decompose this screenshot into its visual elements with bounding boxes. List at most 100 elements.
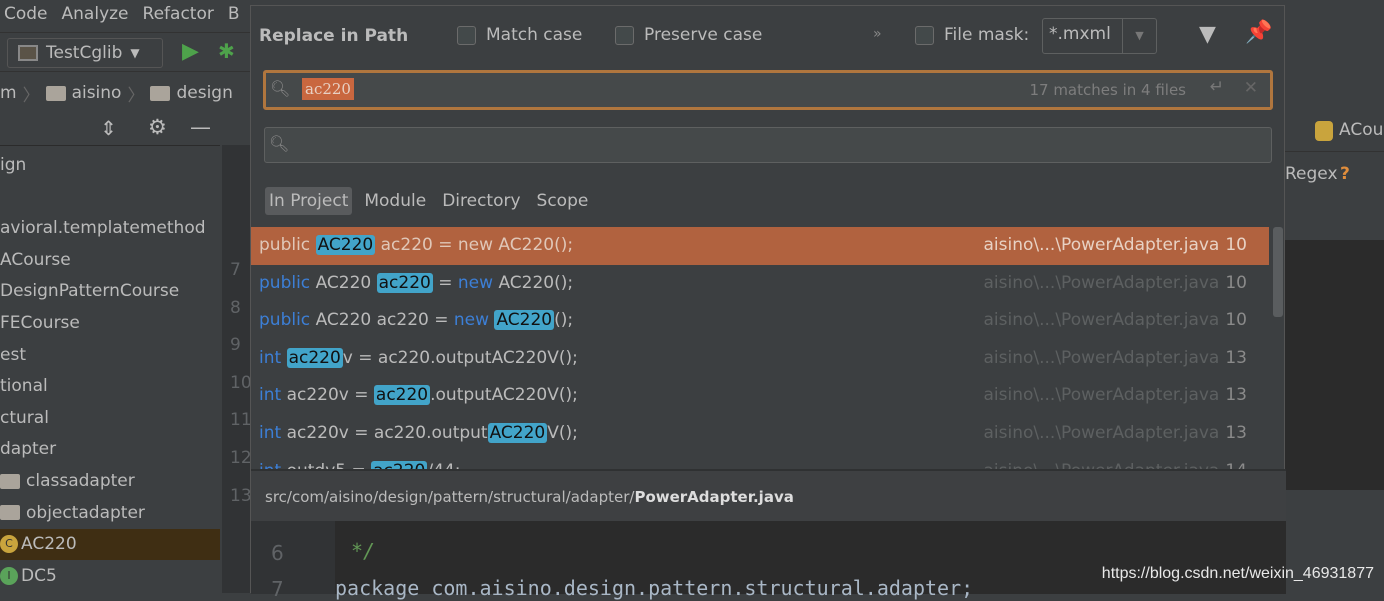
code-text: public (259, 235, 316, 255)
project-tree: ign avioral.templatemethod ACourse DesignPa… (0, 148, 220, 593)
tree-item[interactable]: classadapter (0, 466, 220, 497)
code-text: public (259, 272, 316, 293)
match-case-checkbox[interactable]: Match case (457, 25, 582, 45)
code-text: int (259, 385, 287, 406)
tree-item[interactable]: DesignPatternCourse (0, 276, 220, 307)
filter-icon[interactable]: ▼ (1199, 22, 1216, 47)
tree-item[interactable]: I DC5 (0, 561, 220, 592)
code-text: outdv5 = (287, 461, 372, 469)
class-icon: C (0, 535, 18, 554)
clear-icon[interactable]: ✕ (1244, 78, 1258, 98)
interface-icon: I (0, 566, 18, 585)
scope-tabs: In Project Module Directory Scope (265, 187, 600, 215)
code-preview: 6 */ 7 package com.aisino.design.pattern… (251, 521, 1286, 601)
results-list: public AC220 ac220 = new AC220(); aisino\… (251, 227, 1286, 469)
file-path-bar: src/com/aisino/design/pattern/structural… (251, 469, 1286, 521)
editor-tab[interactable]: ACou (1339, 120, 1383, 140)
line-number: 10 (230, 372, 252, 393)
result-row[interactable]: public AC220 ac220 = new AC220(); aisino\… (251, 227, 1269, 265)
match-highlight: ac220 (373, 385, 431, 406)
result-file: aisino\...\PowerAdapter.java14 (983, 453, 1247, 469)
run-config-label: TestCglib (46, 43, 123, 63)
tab-in-project[interactable]: In Project (265, 187, 353, 215)
preserve-case-checkbox[interactable]: Preserve case (615, 25, 762, 45)
more-options-icon[interactable]: » (873, 26, 882, 42)
line-number: 7 (230, 260, 241, 280)
window-icon (18, 45, 38, 61)
collapse-all-icon[interactable]: ⇕ (100, 116, 117, 140)
line-number: 13 (230, 485, 252, 506)
result-file: aisino\...\PowerAdapter.java 10 (983, 235, 1247, 255)
menu-build[interactable]: B (228, 4, 240, 30)
breadcrumb: m 〉 aisino 〉 design (0, 83, 233, 106)
result-row[interactable]: int ac220v = ac220.outputAC220V(); aisino… (251, 340, 1269, 378)
tree-item[interactable]: dapter (0, 434, 220, 465)
match-highlight: ac220 (371, 460, 428, 469)
result-file: aisino\...\PowerAdapter.java 10 (983, 272, 1247, 293)
tree-item[interactable]: est (0, 340, 220, 371)
chevron-down-icon: ▼ (1122, 19, 1156, 53)
code-text: = (432, 272, 458, 293)
run-icon[interactable]: ▶ (182, 39, 199, 64)
replace-input[interactable]: 🔍︎ (264, 127, 1272, 163)
code-text: int (259, 461, 287, 469)
file-mask-checkbox[interactable]: File mask: (915, 25, 1029, 45)
tree-item[interactable]: ign (0, 150, 220, 181)
menu-code[interactable]: Code (4, 4, 48, 30)
match-highlight: ac220 (286, 347, 343, 368)
result-row[interactable]: public AC220 ac220 = new AC220(); aisino\… (251, 265, 1269, 303)
enter-icon[interactable]: ↵ (1210, 77, 1224, 97)
tree-item[interactable] (0, 182, 220, 213)
tree-item[interactable]: FECourse (0, 308, 220, 339)
breadcrumb-item[interactable]: aisino (72, 83, 122, 103)
code-text: int (259, 423, 287, 443)
match-highlight: AC220 (315, 235, 376, 255)
result-row[interactable]: int outdv5 = ac220/44; aisino\...\PowerAd… (251, 453, 1269, 469)
tab-scope[interactable]: Scope (533, 187, 593, 215)
menu-analyze[interactable]: Analyze (62, 4, 129, 30)
results-scrollbar[interactable] (1273, 227, 1283, 317)
code-text: v = ac220.outputAC220V(); (342, 347, 578, 368)
code-text: V(); (547, 423, 578, 443)
tree-item[interactable]: ACourse (0, 245, 220, 276)
file-mask-select[interactable]: *.mxml ▼ (1042, 18, 1157, 54)
debug-icon[interactable]: ✱ (218, 39, 235, 63)
line-number: 12 (230, 448, 252, 468)
minimize-icon[interactable]: — (190, 115, 211, 139)
search-icon: 🔍︎ (270, 79, 291, 98)
tab-module[interactable]: Module (360, 187, 430, 215)
result-row[interactable]: int ac220v = ac220.outputAC220V(); aisino… (251, 415, 1269, 453)
breadcrumb-item[interactable]: design (176, 83, 232, 103)
code-text: AC220 ac220 = (315, 310, 454, 331)
folder-icon (45, 85, 66, 101)
code-text: ac220 = new AC220(); (375, 235, 574, 255)
run-config-dropdown[interactable]: TestCglib ▼ (7, 38, 163, 68)
code-text: /44; (427, 461, 460, 469)
regex-option[interactable]: Regex (1285, 164, 1338, 184)
tree-item[interactable]: objectadapter (0, 498, 220, 529)
result-row[interactable]: int ac220v = ac220.outputAC220V(); aisino… (251, 377, 1269, 415)
code-text: (); (554, 310, 574, 331)
result-row[interactable]: public AC220 ac220 = new AC220(); aisino\… (251, 302, 1269, 340)
tree-item[interactable]: ctural (0, 403, 220, 434)
editor-right-area: ACou Regex ? (1285, 0, 1384, 593)
line-number: 8 (230, 297, 241, 318)
menu-refactor[interactable]: Refactor (143, 4, 214, 30)
gear-icon[interactable]: ⚙ (148, 115, 167, 139)
folder-icon (0, 473, 20, 489)
dialog-title: Replace in Path (259, 26, 409, 46)
tree-item[interactable]: tional (0, 371, 220, 402)
code-text: public (259, 310, 316, 331)
search-icon: 🔍︎ (269, 134, 290, 153)
pin-icon[interactable]: 📌 (1245, 20, 1272, 45)
regex-help-icon[interactable]: ? (1340, 164, 1350, 184)
breadcrumb-item[interactable]: m (0, 83, 17, 103)
tree-item[interactable]: C AC220 (0, 529, 220, 561)
line-number: 11 (230, 410, 252, 431)
search-input[interactable]: 🔍︎ ac220 17 matches in 4 files ↵ ✕ (263, 70, 1273, 110)
folder-icon (0, 505, 20, 521)
tree-item[interactable]: avioral.templatemethod (0, 213, 220, 244)
match-highlight: ac220 (376, 272, 433, 293)
tab-directory[interactable]: Directory (438, 187, 524, 215)
match-count: 17 matches in 4 files (1029, 81, 1186, 99)
